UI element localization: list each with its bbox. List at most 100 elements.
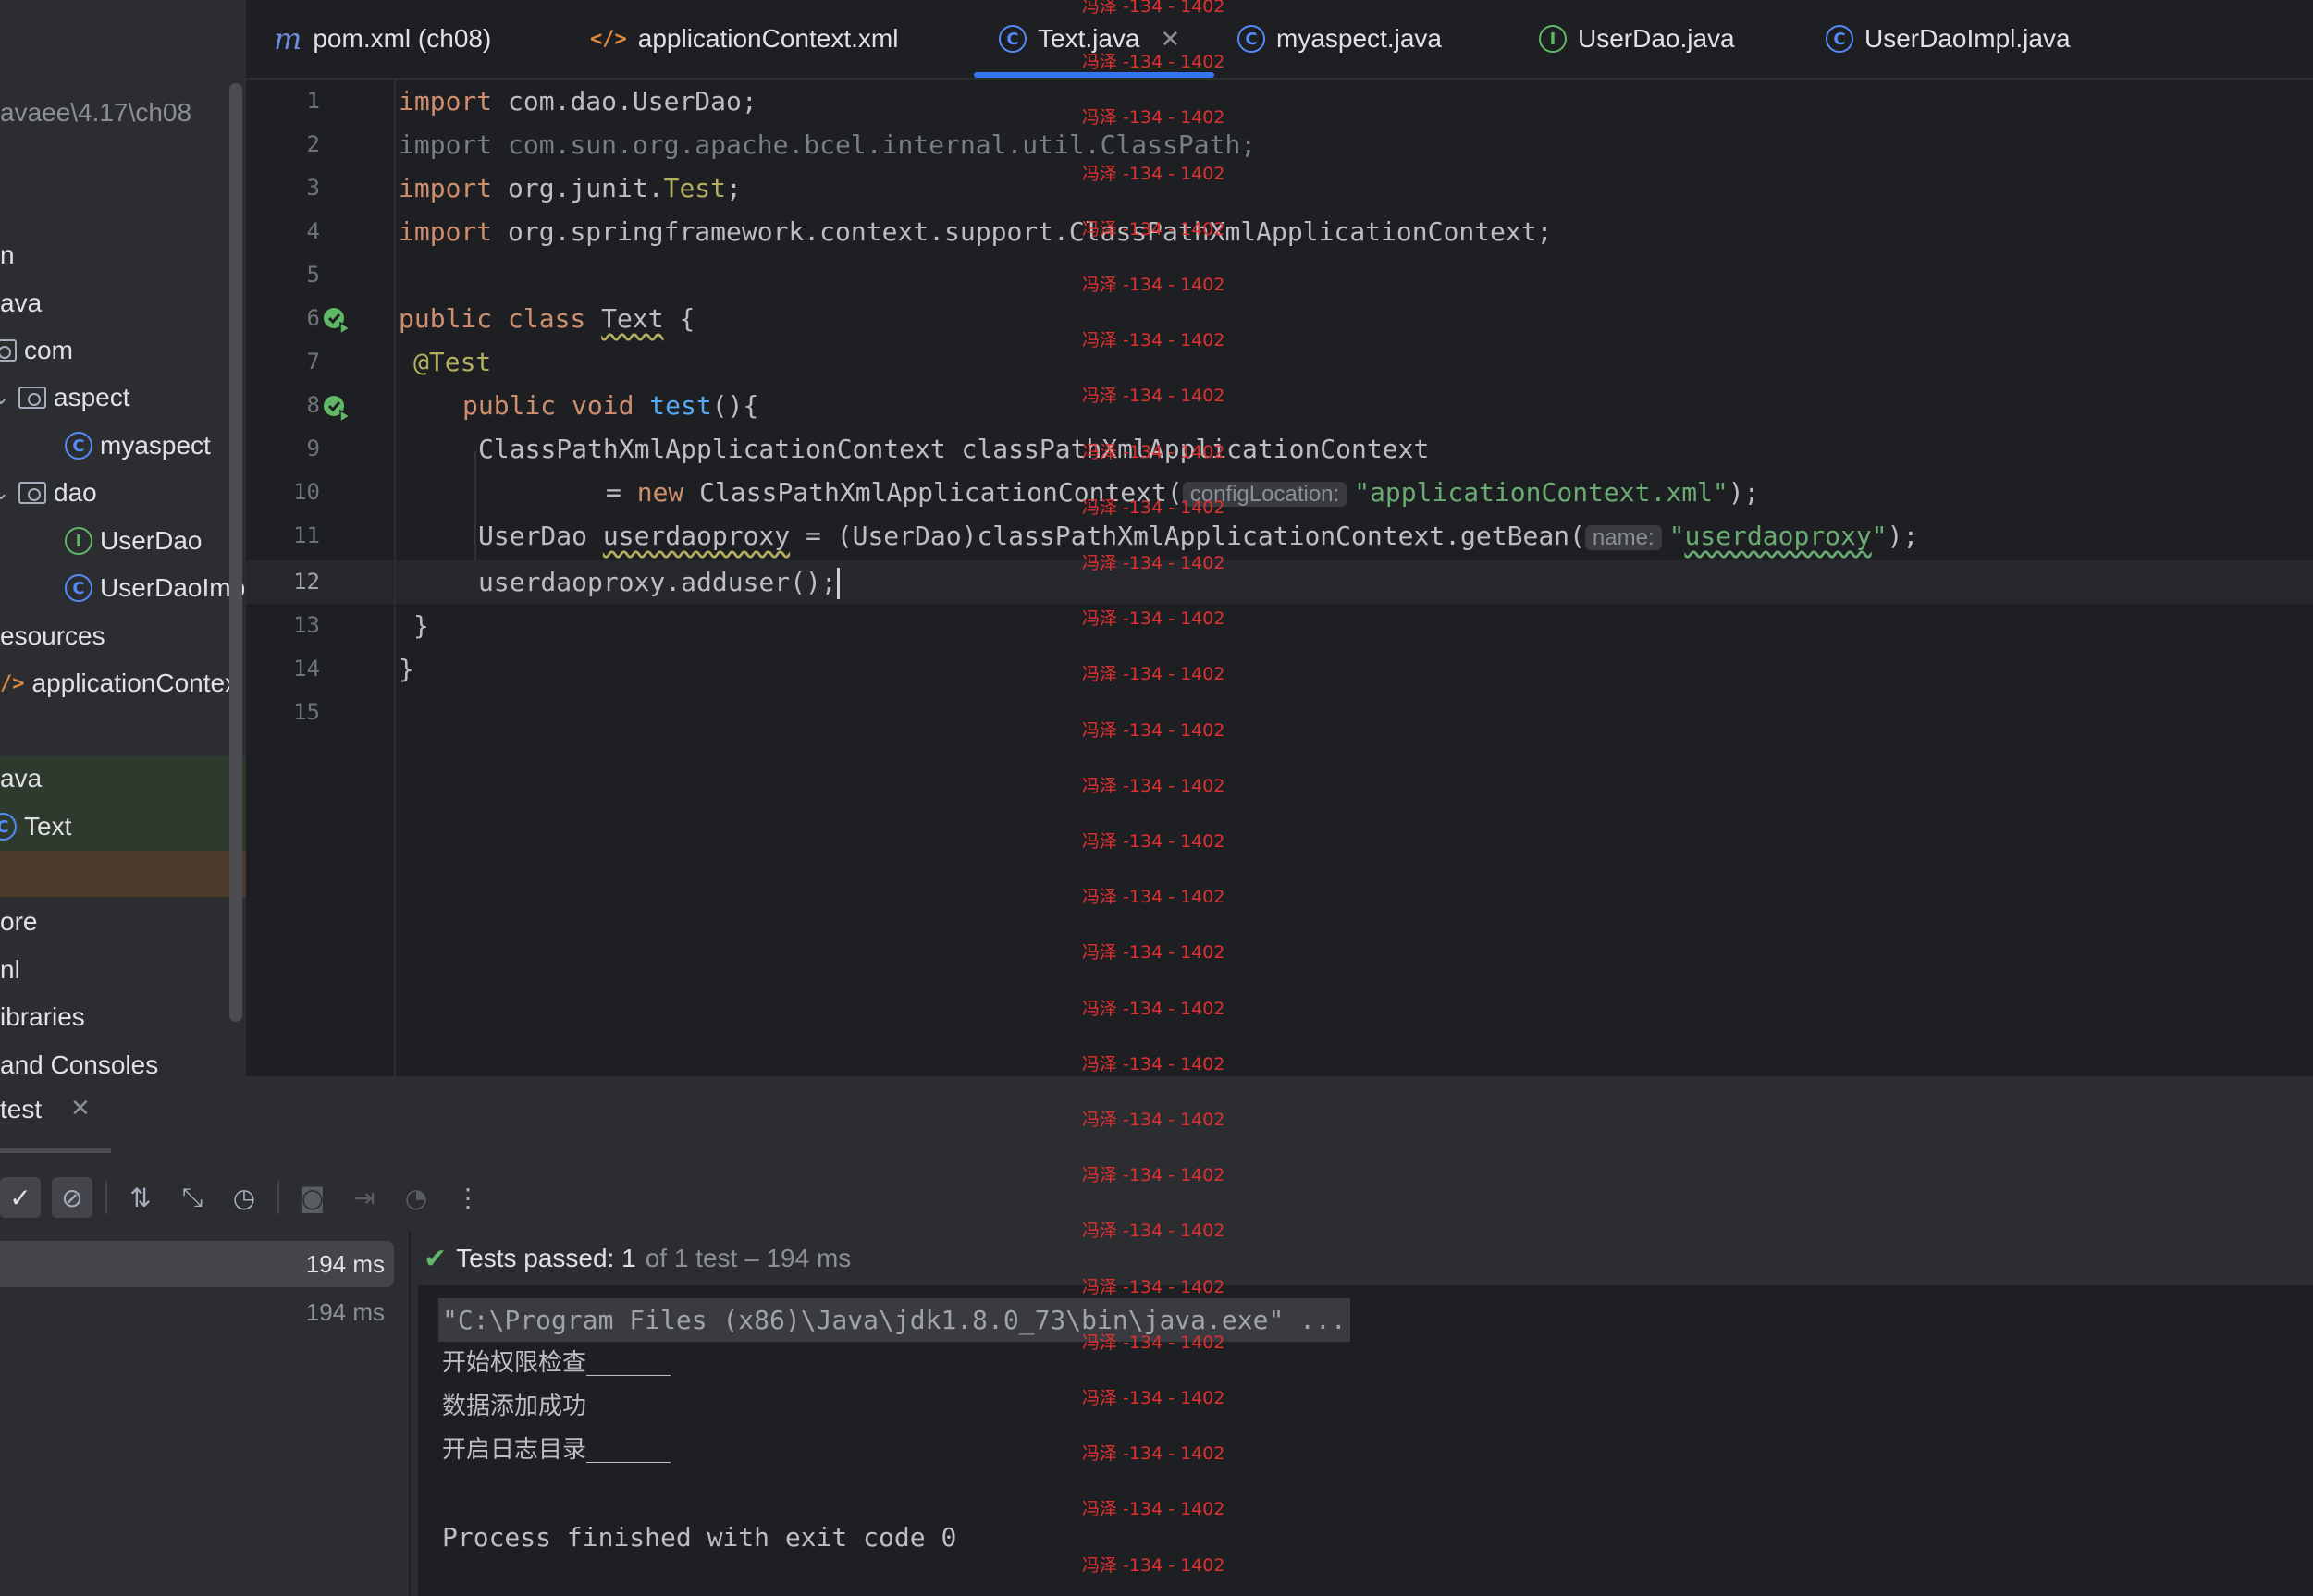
tree-item-label: UserDao xyxy=(100,526,203,555)
watermark-text: 冯泽 -134 - 1402 xyxy=(1082,553,1225,573)
test-row-method[interactable]: 194 ms xyxy=(0,1289,394,1335)
tree-item-applicationcontext[interactable]: /> applicationContex xyxy=(0,661,238,706)
tree-item-label: ava xyxy=(0,289,43,317)
toolbar-separator xyxy=(105,1181,107,1214)
tree-item-userdaoimpl[interactable]: C UserDaoImp xyxy=(65,566,245,610)
watermark-text: 冯泽 -134 - 1402 xyxy=(1082,1165,1225,1186)
class-icon: C xyxy=(999,25,1027,53)
tree-item-resources[interactable]: esources xyxy=(0,614,105,658)
run-tab-test[interactable]: test xyxy=(0,1095,42,1124)
tree-item-dao[interactable]: ⌄ dao xyxy=(0,471,97,515)
collapse-all-icon[interactable]: ⤡ xyxy=(172,1177,213,1218)
more-options-icon[interactable]: ⋮ xyxy=(448,1177,488,1218)
watermark-text: 冯泽 -134 - 1402 xyxy=(1082,497,1225,518)
watermark-text: 冯泽 -134 - 1402 xyxy=(1082,1276,1225,1297)
tree-item-gitignore[interactable]: ore xyxy=(0,900,37,944)
line-number: 8 xyxy=(306,392,320,418)
sort-by-duration-icon[interactable]: ◷ xyxy=(224,1177,265,1218)
camera-icon[interactable]: ◙ xyxy=(292,1177,333,1218)
tab-label: myaspect.java xyxy=(1276,24,1442,53)
tab-pom-xml[interactable]: m pom.xml (ch08) xyxy=(274,0,491,78)
tab-applicationcontext-xml[interactable]: </> applicationContext.xml xyxy=(590,0,898,78)
test-results-tree: 194 ms 194 ms xyxy=(0,1232,411,1596)
code-editor[interactable]: 1 2 3 4 5 6 7 8 9 10 11 12 13 14 15 impo… xyxy=(246,80,2313,1076)
line-number: 10 xyxy=(293,479,320,505)
tree-item-userdao[interactable]: I UserDao xyxy=(65,519,202,563)
tab-myaspect-java[interactable]: C myaspect.java xyxy=(1237,0,1442,78)
watermark-text: 冯泽 -134 - 1402 xyxy=(1082,831,1225,852)
tree-item-label: nl xyxy=(0,955,20,984)
coverage-icon[interactable]: ◔ xyxy=(396,1177,437,1218)
console-line: 开始权限检查_______ xyxy=(442,1349,671,1377)
code-line-8: public void test(){ xyxy=(462,390,759,421)
tree-item-main[interactable]: n xyxy=(0,233,15,277)
code-line-9: ClassPathXmlApplicationContext classPath… xyxy=(478,434,1430,464)
class-icon: C xyxy=(65,574,92,602)
watermark-text: 冯泽 -134 - 1402 xyxy=(1082,1443,1225,1465)
line-number: 9 xyxy=(306,436,320,461)
test-row-root[interactable]: 194 ms xyxy=(0,1241,394,1287)
code-line-13: } xyxy=(413,610,429,641)
tree-item-com[interactable]: com xyxy=(0,328,73,373)
watermark-text: 冯泽 -134 - 1402 xyxy=(1082,52,1225,73)
class-icon: C xyxy=(1826,25,1853,53)
run-test-method-icon[interactable] xyxy=(322,394,351,424)
watermark-text: 冯泽 -134 - 1402 xyxy=(1082,1332,1225,1353)
toolbar-separator xyxy=(277,1181,279,1214)
tree-item-aspect[interactable]: ⌄ aspect xyxy=(0,375,130,420)
line-number: 2 xyxy=(306,131,320,157)
class-icon: C xyxy=(1237,25,1265,53)
test-status-line: ✔ Tests passed: 1 of 1 test – 194 ms xyxy=(418,1232,2313,1285)
gutter-divider xyxy=(394,80,396,1076)
watermark-text: 冯泽 -134 - 1402 xyxy=(1082,608,1225,630)
tab-label: UserDao.java xyxy=(1578,24,1735,53)
tab-userdao-java[interactable]: I UserDao.java xyxy=(1539,0,1735,78)
test-status-sub: of 1 test – 194 ms xyxy=(645,1244,852,1272)
close-icon[interactable]: ✕ xyxy=(70,1095,91,1123)
watermark-text: 冯泽 -134 - 1402 xyxy=(1082,1221,1225,1242)
tree-item-external-libraries[interactable]: ibraries xyxy=(0,995,85,1039)
parameter-hint: name: xyxy=(1584,525,1662,550)
tree-item-label: myaspect xyxy=(100,431,211,460)
watermark-text: 冯泽 -134 - 1402 xyxy=(1082,1110,1225,1130)
target-folder-highlight xyxy=(0,851,246,897)
maven-icon: m xyxy=(274,21,302,56)
tree-item-label: UserDaoImp xyxy=(100,573,246,602)
tree-item-label: dao xyxy=(54,478,97,507)
watermark-text: 冯泽 -134 - 1402 xyxy=(1082,1499,1225,1520)
tab-userdaoimpl-java[interactable]: C UserDaoImpl.java xyxy=(1826,0,2071,78)
class-icon: C xyxy=(65,432,92,460)
console-output[interactable]: ✔ Tests passed: 1 of 1 test – 194 ms "C:… xyxy=(418,1232,2313,1596)
test-duration: 194 ms xyxy=(305,1249,385,1278)
xml-icon: /> xyxy=(0,671,25,695)
watermark-text: 冯泽 -134 - 1402 xyxy=(1082,107,1225,129)
watermark-text: 冯泽 -134 - 1402 xyxy=(1082,386,1225,407)
tree-item-text[interactable]: C Text xyxy=(0,804,71,849)
tree-item-label: ava xyxy=(0,764,43,792)
show-ignored-icon[interactable]: ⊘ xyxy=(52,1177,92,1218)
import-tests-icon[interactable]: ⇥ xyxy=(344,1177,385,1218)
sidebar-scrollbar[interactable] xyxy=(229,83,242,1022)
chevron-down-icon[interactable]: ⌄ xyxy=(0,481,13,505)
tree-item-myaspect[interactable]: C myaspect xyxy=(65,424,211,468)
chevron-down-icon[interactable]: ⌄ xyxy=(0,386,13,410)
watermark-text: 冯泽 -134 - 1402 xyxy=(1082,275,1225,295)
tree-item-pom[interactable]: nl xyxy=(0,948,20,992)
class-icon: C xyxy=(0,813,17,841)
watermark-text: 冯泽 -134 - 1402 xyxy=(1082,998,1225,1019)
line-number-current: 12 xyxy=(293,569,320,595)
tree-item-test-java[interactable]: ava xyxy=(0,756,42,801)
tree-item-scratches[interactable]: and Consoles xyxy=(0,1043,158,1076)
line-number: 15 xyxy=(293,699,320,725)
tree-item-java[interactable]: ava xyxy=(0,281,42,325)
sort-alphabetically-icon[interactable]: ⇅ xyxy=(120,1177,161,1218)
interface-icon: I xyxy=(1539,25,1567,53)
watermark-text: 冯泽 -134 - 1402 xyxy=(1082,942,1225,964)
package-icon xyxy=(0,339,17,362)
run-test-class-icon[interactable] xyxy=(322,306,351,336)
show-passed-icon[interactable]: ✓ xyxy=(0,1177,41,1218)
interface-icon: I xyxy=(65,527,92,555)
tab-label: pom.xml (ch08) xyxy=(313,24,492,53)
project-tree: avaee\4.17\ch08 n ava com ⌄ aspect C mya… xyxy=(0,0,246,1076)
watermark-text: 冯泽 -134 - 1402 xyxy=(1082,441,1225,462)
